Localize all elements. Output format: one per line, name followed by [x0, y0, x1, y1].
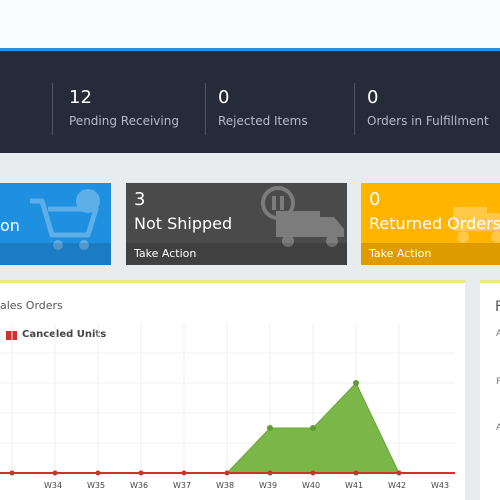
stats-bar: 12 Pending Receiving 0 Rejected Items 0 …: [0, 51, 500, 153]
x-tick-label: W36: [130, 481, 148, 490]
canceled-data-point: [138, 470, 144, 476]
tile-value: 3: [134, 189, 146, 210]
canceled-data-point: [310, 470, 316, 476]
side-card-mark: A: [496, 423, 500, 433]
tile-value: 0: [369, 189, 381, 210]
x-tick-label: W39: [259, 481, 277, 490]
x-tick-label: W41: [345, 481, 363, 490]
stat-label: Orders in Fulfillment: [367, 114, 489, 128]
x-tick-label: W37: [173, 481, 191, 490]
tile-title: Not Shipped: [134, 214, 233, 233]
canceled-data-point: [267, 470, 273, 476]
side-card: F A P A: [480, 280, 500, 500]
stat-divider: [205, 83, 206, 135]
canceled-data-point: [224, 470, 230, 476]
stat-value: 0: [218, 87, 230, 108]
stat-label: Rejected Items: [218, 114, 308, 128]
area-data-point: [267, 425, 273, 431]
x-tick-label: W40: [302, 481, 320, 490]
canceled-data-point: [52, 470, 58, 476]
sales-orders-card: ales Orders Canceled Units W34 W35 W36 W37 W…: [0, 280, 465, 500]
stat-value: 0: [367, 87, 379, 108]
x-tick-label: W35: [87, 481, 105, 490]
x-tick-label: W34: [44, 481, 62, 490]
stat-divider: [52, 83, 53, 135]
tile-blue[interactable]: on: [0, 183, 111, 265]
take-action-link[interactable]: Take Action: [361, 243, 500, 265]
side-card-mark: P: [496, 377, 500, 387]
canceled-data-point: [353, 470, 359, 476]
x-tick-label: W38: [216, 481, 234, 490]
series-area: [12, 382, 400, 474]
side-card-mark: A: [496, 329, 500, 339]
x-tick-label: W42: [388, 481, 406, 490]
x-tick-label: W43: [431, 481, 449, 490]
top-header: [0, 0, 500, 48]
tile-title: Returned Orders: [369, 214, 500, 233]
area-data-point: [310, 425, 316, 431]
sales-orders-chart: W34 W35 W36 W37 W38 W39 W40 W41 W42 W43: [0, 323, 455, 490]
take-action-link[interactable]: Take Action: [126, 243, 347, 265]
stat-value: 12: [69, 87, 92, 108]
tile-returned-orders[interactable]: 0 Returned Orders Take Action: [361, 183, 500, 265]
canceled-data-point: [181, 470, 187, 476]
tile-not-shipped[interactable]: 3 Not Shipped Take Action: [126, 183, 347, 265]
tile-footer[interactable]: [0, 243, 111, 265]
canceled-data-point: [396, 470, 402, 476]
stat-label: Pending Receiving: [69, 114, 179, 128]
truck-pause-icon: [261, 186, 344, 247]
canceled-data-point: [95, 470, 101, 476]
side-card-title: F: [495, 299, 500, 315]
tile-title: on: [0, 216, 20, 235]
canceled-data-point: [9, 470, 15, 476]
stat-divider: [354, 83, 355, 135]
area-data-point: [353, 380, 359, 386]
